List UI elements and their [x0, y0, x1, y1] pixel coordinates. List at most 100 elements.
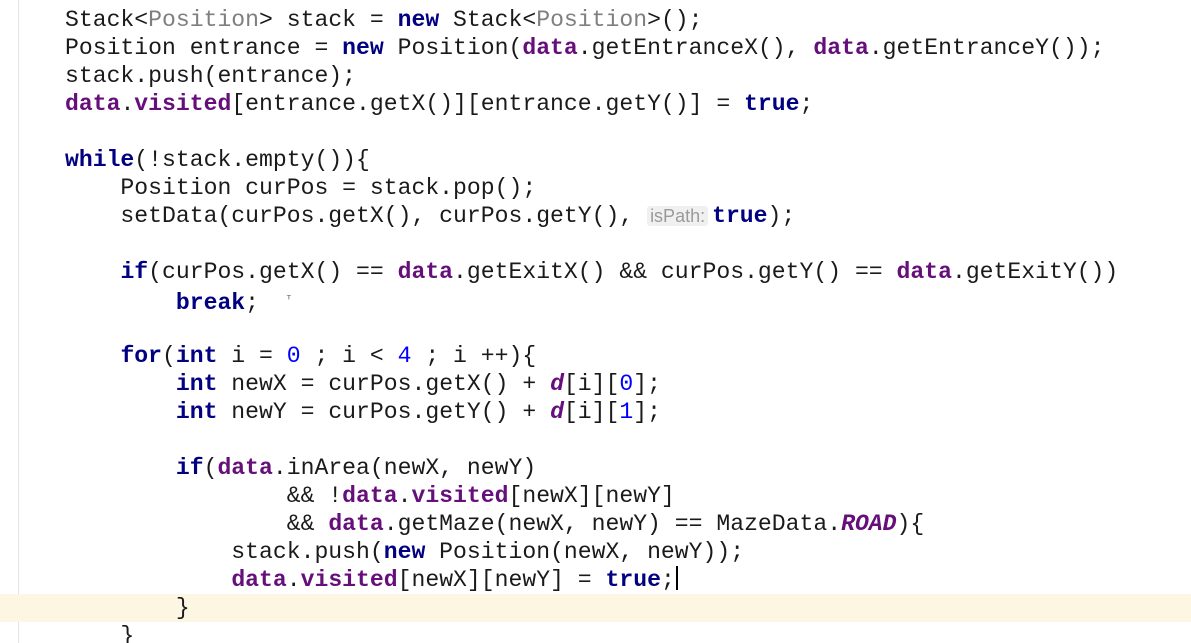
text-caret [675, 566, 678, 590]
code-token: (curPos.getX() == [148, 259, 398, 285]
field-token: data [813, 35, 869, 61]
text-cursor-icon: ᵀ [286, 293, 291, 306]
code-line[interactable]: stack.push(entrance); [65, 62, 1118, 90]
field-token: data [217, 455, 273, 481]
code-line[interactable] [65, 230, 1118, 258]
code-line[interactable]: data.visited[newX][newY] = true; [65, 566, 1118, 594]
code-token: } [65, 595, 190, 621]
code-token: Stack< [439, 7, 537, 33]
static-field-token: d [550, 399, 564, 425]
code-token: > stack = [259, 7, 398, 33]
code-token: ; i < [300, 343, 398, 369]
field-token: visited [300, 567, 398, 593]
code-token: ]; [633, 371, 661, 397]
number-token: 4 [397, 343, 412, 369]
code-token: .getEntranceY()); [868, 35, 1105, 61]
keyword-token: true [605, 567, 661, 593]
code-editor[interactable]: Stack<Position> stack = new Stack<Positi… [0, 0, 1191, 643]
code-token: .getExitX() && curPos.getY() == [453, 259, 897, 285]
keyword-token: for [120, 343, 163, 369]
number-token: 1 [619, 399, 634, 425]
code-token: Position curPos = stack.pop(); [65, 175, 537, 201]
code-token: .getExitY()) [951, 259, 1119, 285]
code-token: ); [767, 203, 796, 229]
code-line[interactable] [65, 314, 1118, 342]
keyword-token: int [175, 399, 218, 425]
field-token: data [65, 91, 121, 117]
code-token: .getEntranceX(), [577, 35, 814, 61]
code-token: setData(curPos.getX(), curPos.getY(), [65, 203, 648, 229]
code-token: (!stack.empty()){ [134, 147, 370, 173]
static-field-token: ROAD [841, 511, 897, 537]
code-token: [newX][newY] = [397, 567, 606, 593]
code-token: Position(newX, newY)); [425, 539, 745, 565]
code-line[interactable]: Stack<Position> stack = new Stack<Positi… [65, 6, 1118, 34]
code-line[interactable]: && data.getMaze(newX, newY) == MazeData.… [65, 510, 1118, 538]
code-line[interactable]: } [65, 594, 1118, 622]
field-token: visited [411, 483, 509, 509]
gutter-divider [18, 0, 19, 643]
field-token: data [342, 483, 398, 509]
code-line[interactable]: Position entrance = new Position(data.ge… [65, 34, 1118, 62]
code-line[interactable]: stack.push(new Position(newX, newY)); [65, 538, 1118, 566]
code-token: Stack< [65, 7, 149, 33]
keyword-token: new [383, 539, 426, 565]
keyword-token: new [397, 7, 440, 33]
code-token: . [120, 91, 135, 117]
code-line[interactable]: && !data.visited[newX][newY] [65, 482, 1118, 510]
code-token: ; i ++){ [411, 343, 537, 369]
keyword-token: int [175, 343, 218, 369]
code-token: .getMaze(newX, newY) == MazeData. [383, 511, 842, 537]
code-line[interactable]: for(int i = 0 ; i < 4 ; i ++){ [65, 342, 1118, 370]
code-token: ; [245, 290, 287, 316]
code-line[interactable]: setData(curPos.getX(), curPos.getY(), is… [65, 202, 1118, 230]
code-token: } [65, 623, 135, 643]
code-token: ]; [633, 399, 661, 425]
keyword-token: if [175, 455, 204, 481]
keyword-token: true [712, 203, 768, 229]
code-line[interactable]: } [65, 622, 1118, 643]
code-token: [i][ [563, 399, 620, 425]
code-token: && ! [65, 483, 343, 509]
field-token: data [397, 259, 454, 285]
code-line[interactable]: Position curPos = stack.pop(); [65, 174, 1118, 202]
code-line[interactable]: if(data.inArea(newX, newY) [65, 454, 1118, 482]
keyword-token: break [175, 290, 246, 316]
code-line[interactable]: int newY = curPos.getY() + d[i][1]; [65, 398, 1118, 426]
code-token: ( [162, 343, 176, 369]
code-area[interactable]: Stack<Position> stack = new Stack<Positi… [65, 6, 1118, 643]
code-line[interactable]: if(curPos.getX() == data.getExitX() && c… [65, 258, 1118, 286]
number-token: 0 [286, 343, 301, 369]
code-token: . [397, 483, 412, 509]
code-token: stack.push(entrance); [65, 63, 357, 89]
code-token: ; [660, 567, 675, 593]
field-token: data [522, 35, 578, 61]
generic-type-token: Position [148, 7, 260, 33]
code-line[interactable] [65, 118, 1118, 146]
field-token: data [896, 259, 952, 285]
field-token: visited [134, 91, 232, 117]
code-token: ){ [896, 511, 925, 537]
code-line[interactable]: data.visited[entrance.getX()][entrance.g… [65, 90, 1118, 118]
keyword-token: if [120, 259, 149, 285]
code-line[interactable] [65, 426, 1118, 454]
code-token: stack.push( [65, 539, 384, 565]
static-field-token: d [550, 371, 564, 397]
number-token: 0 [619, 371, 634, 397]
code-token: ( [203, 455, 218, 481]
code-token: newY = curPos.getY() + [217, 399, 551, 425]
code-line[interactable]: int newX = curPos.getX() + d[i][0]; [65, 370, 1118, 398]
field-token: data [328, 511, 384, 537]
generic-type-token: Position [536, 7, 648, 33]
code-line[interactable]: break; ᵀ [65, 286, 1118, 316]
code-token: [newX][newY] [508, 483, 675, 509]
code-line[interactable]: while(!stack.empty()){ [65, 146, 1118, 174]
keyword-token: new [342, 35, 384, 61]
